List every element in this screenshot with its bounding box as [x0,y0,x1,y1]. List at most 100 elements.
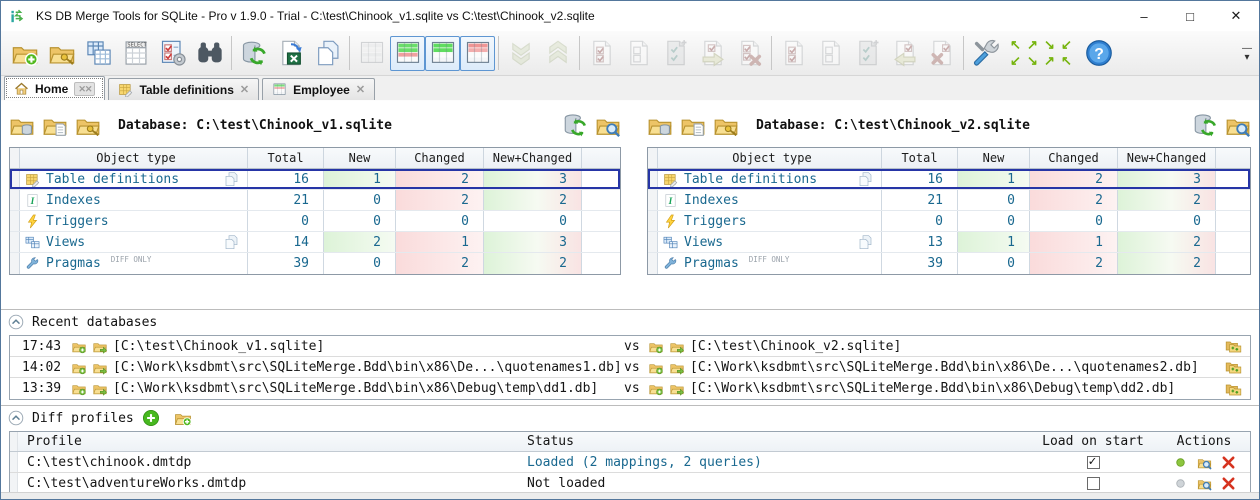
show-all-rows-button[interactable] [353,34,390,72]
minimize-button[interactable]: – [1121,1,1167,31]
open-with-key-button[interactable] [43,34,80,72]
close-tab-icon[interactable]: ✕ [240,83,249,96]
open-left-db-icon[interactable] [71,360,87,375]
uncheck-all-right-button[interactable] [812,34,849,72]
tab-home[interactable]: Home ✕✕ [4,76,105,100]
next-diff-button[interactable] [502,34,539,72]
indexes-icon: I [663,193,678,208]
tab-strip: Home ✕✕ Table definitions ✕ Employee ✕ [1,76,1259,101]
row-triggers[interactable]: Triggers 0 0 0 0 [10,211,620,232]
schema-compare-button[interactable] [80,34,117,72]
reopen-database-icon[interactable] [9,112,35,138]
indexes-icon: I [25,193,40,208]
browse-profile-icon[interactable] [1197,476,1212,491]
reopen-database-icon[interactable] [647,112,673,138]
copy-icon[interactable] [223,234,239,250]
open-with-key-icon[interactable] [75,112,101,138]
collapse-section-icon[interactable] [8,314,24,330]
open-right-db-icon[interactable] [648,381,664,396]
open-left-db-as-icon[interactable] [92,339,108,354]
open-both-databases-icon[interactable] [1224,381,1243,397]
open-left-db-as-icon[interactable] [92,360,108,375]
add-profile-from-file-icon[interactable] [174,409,192,427]
open-left-db-icon[interactable] [71,339,87,354]
refresh-database-icon[interactable] [562,112,588,138]
copy-button[interactable] [309,34,346,72]
row-pragmas[interactable]: PragmasDIFF ONLY 39 0 2 2 [648,253,1250,274]
browse-database-icon[interactable] [1225,112,1251,138]
row-triggers[interactable]: Triggers 0 0 0 0 [648,211,1250,232]
browse-profile-icon[interactable] [1197,455,1212,470]
recent-database-row[interactable]: 17:43 [C:\test\Chinook_v1.sqlite] vs [C:… [10,336,1250,357]
copy-icon[interactable] [857,171,873,187]
row-indexes[interactable]: IIndexes 21 0 2 2 [10,190,620,211]
invert-checks-left-button[interactable] [657,34,694,72]
open-right-db-icon[interactable] [648,360,664,375]
refresh-databases-button[interactable] [235,34,272,72]
panel-layout-arrows-button[interactable]: ↖↗↘↙↙↘↗↖ [1004,34,1080,72]
help-button[interactable]: ? [1080,34,1117,72]
maximize-button[interactable]: □ [1167,1,1213,31]
load-on-start-checkbox[interactable] [1087,477,1100,490]
open-both-databases-icon[interactable] [1224,359,1243,375]
row-table-definitions[interactable]: Table definitions 16 1 2 3 [10,169,620,190]
pragmas-icon [25,256,40,271]
delete-profile-icon[interactable] [1221,455,1236,470]
open-left-db-as-icon[interactable] [92,381,108,396]
previous-diff-button[interactable] [539,34,576,72]
open-right-db-icon[interactable] [648,339,664,354]
reject-right-button[interactable] [923,34,960,72]
profile-row[interactable]: C:\test\chinook.dmtdp Loaded (2 mappings… [10,452,1250,473]
close-button[interactable]: ✕ [1213,1,1259,31]
row-pragmas[interactable]: PragmasDIFF ONLY 39 0 2 2 [10,253,620,274]
close-tab-icon[interactable]: ✕ [356,83,365,96]
apply-to-right-button[interactable] [694,34,731,72]
recent-database-row[interactable]: 13:39 [C:\Work\ksdbmt\src\SQLiteMerge.Bd… [10,378,1250,399]
tab-employee[interactable]: Employee ✕ [262,78,375,100]
open-right-db-as-icon[interactable] [669,381,685,396]
browse-database-icon[interactable] [595,112,621,138]
open-with-key-icon[interactable] [713,112,739,138]
apply-to-left-button[interactable] [886,34,923,72]
row-indexes[interactable]: IIndexes 21 0 2 2 [648,190,1250,211]
open-script-file-icon[interactable] [680,112,706,138]
copy-icon[interactable] [857,234,873,250]
settings-tools-button[interactable] [967,34,1004,72]
open-script-file-icon[interactable] [42,112,68,138]
copy-icon[interactable] [223,171,239,187]
show-diff-rows-button[interactable] [390,36,425,71]
close-all-tabs-icon[interactable]: ✕✕ [74,82,95,96]
data-compare-button[interactable]: SELECT [117,34,154,72]
delete-profile-icon[interactable] [1221,476,1236,491]
open-right-db-as-icon[interactable] [669,360,685,375]
comparison-options-button[interactable] [154,34,191,72]
recent-database-row[interactable]: 14:02 [C:\Work\ksdbmt\src\SQLiteMerge.Bd… [10,357,1250,378]
collapse-section-icon[interactable] [8,410,24,426]
show-changed-rows-button[interactable] [460,36,495,71]
refresh-database-icon[interactable] [1192,112,1218,138]
uncheck-all-left-button[interactable] [620,34,657,72]
open-databases-button[interactable] [6,34,43,72]
vs-label: vs [624,339,648,354]
show-new-rows-button[interactable] [425,36,460,71]
find-button[interactable] [191,34,228,72]
toolbar-separator [963,36,964,70]
row-views[interactable]: Views 14 2 1 3 [10,232,620,253]
check-all-right-button[interactable] [775,34,812,72]
home-page: Database: C:\test\Chinook_v1.sqlite Obje… [1,101,1259,492]
check-all-left-button[interactable] [583,34,620,72]
row-views[interactable]: Views 13 1 1 2 [648,232,1250,253]
export-excel-button[interactable] [272,34,309,72]
invert-checks-right-button[interactable] [849,34,886,72]
toolbar-overflow-button[interactable]: ―▾ [1242,44,1254,62]
load-on-start-checkbox[interactable] [1087,456,1100,469]
tab-table-definitions[interactable]: Table definitions ✕ [108,78,259,100]
add-profile-icon[interactable] [142,409,160,427]
reject-left-button[interactable] [731,34,768,72]
open-both-databases-icon[interactable] [1224,338,1243,354]
svg-text:I: I [668,196,673,206]
open-left-db-icon[interactable] [71,381,87,396]
row-table-definitions[interactable]: Table definitions 16 1 2 3 [648,169,1250,190]
open-right-db-as-icon[interactable] [669,339,685,354]
profile-row[interactable]: C:\test\adventureWorks.dmtdp Not loaded [10,473,1250,492]
